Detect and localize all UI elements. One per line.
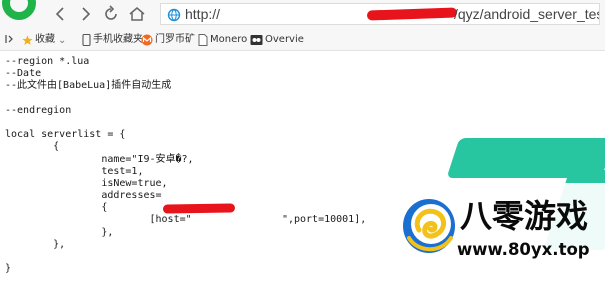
code-line: isNew=true,	[5, 177, 168, 189]
sidebar-toggle[interactable]	[4, 33, 16, 47]
bookmark-label: 门罗币矿	[155, 34, 195, 45]
chevron-right-icon	[82, 7, 91, 21]
code-line: }	[5, 263, 12, 275]
watermark-url: www.80yx.top	[457, 240, 590, 259]
bookmark-label: Monero	[210, 34, 248, 45]
home-icon	[129, 7, 145, 21]
url-path: /qyz/android_server_test.txt	[454, 6, 599, 22]
sidebar-toggle-icon	[5, 35, 13, 43]
address-bar[interactable]: http:// /qyz/android_server_test.txt	[160, 3, 600, 25]
code-line: --Date	[5, 68, 42, 80]
redaction-mark	[366, 7, 458, 21]
redaction-mark	[162, 203, 236, 214]
page-icon	[198, 34, 208, 46]
bookmark-item-favorites[interactable]: 收藏 ⌄	[22, 33, 66, 47]
bookmark-item-phone[interactable]: 手机收藏夹	[82, 33, 143, 47]
code-line: --endregion	[5, 104, 72, 116]
phone-icon	[82, 34, 91, 46]
reload-icon	[105, 5, 117, 20]
chevron-down-icon: ⌄	[58, 35, 67, 46]
code-line: local serverlist = {	[5, 129, 126, 141]
code-line: --region *.lua	[5, 56, 90, 67]
code-line: {	[5, 141, 60, 153]
bookmark-item-monero[interactable]: Monero	[198, 33, 247, 47]
browser-logo-icon	[0, 0, 40, 26]
code-line: addresses=	[5, 190, 162, 202]
code-line: },	[5, 238, 66, 250]
home-button[interactable]	[128, 5, 146, 23]
globe-icon	[167, 7, 181, 24]
watermark-title: 八零游戏	[460, 197, 589, 235]
monero-icon	[141, 34, 153, 46]
star-icon	[22, 34, 33, 45]
browser-toolbar: http:// /qyz/android_server_test.txt	[0, 0, 605, 30]
code-line: test=1,	[5, 165, 144, 177]
bookmark-label: 收藏	[35, 34, 55, 45]
code-line: --此文件由[BabeLua]插件自动生成	[5, 80, 172, 92]
code-line: name="I9-安卓�?,	[5, 153, 194, 165]
chevron-left-icon	[55, 7, 64, 21]
bookmark-label: Overvie	[265, 34, 304, 45]
forward-button[interactable]	[76, 5, 94, 23]
code-line: },	[5, 226, 114, 238]
back-button[interactable]	[52, 5, 70, 23]
code-line: [host=" ",port=10001],	[5, 214, 367, 226]
watermark-logo-icon	[401, 196, 457, 260]
overview-icon	[250, 35, 263, 45]
bookmark-label: 手机收藏夹	[93, 34, 143, 45]
file-text: --region *.lua --Date --此文件由[BabeLua]插件自动生…	[5, 56, 366, 275]
reload-button[interactable]	[102, 5, 120, 23]
url-scheme: http://	[185, 6, 221, 22]
bookmark-item-monero-mine[interactable]: 门罗币矿	[141, 33, 195, 47]
bookmark-item-overview[interactable]: Overvie	[250, 33, 304, 47]
bookmarks-bar: 收藏 ⌄ 手机收藏夹 门罗币矿 Monero Overvie	[0, 30, 605, 51]
